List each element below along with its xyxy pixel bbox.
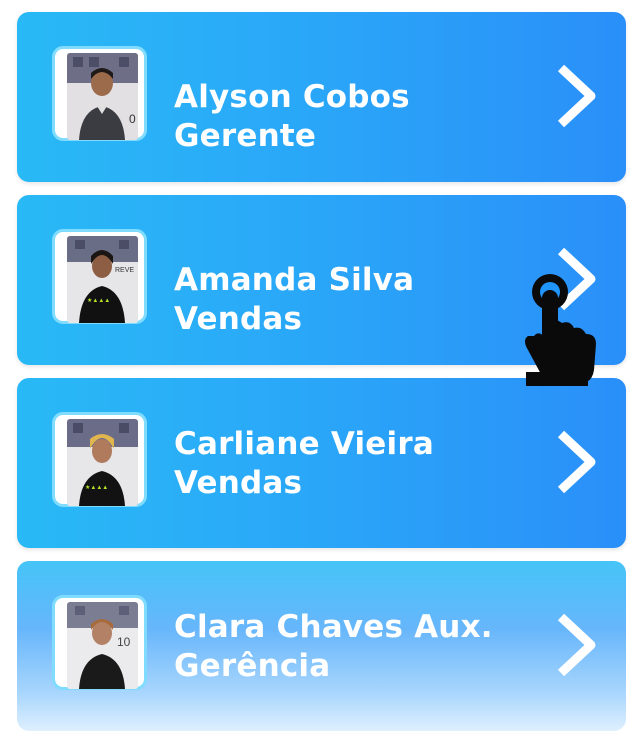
contact-name: Carliane Vieira Vendas (174, 426, 434, 501)
contact-photo-frame: REVE ★▲▲▲ (52, 229, 147, 324)
contact-card-amanda[interactable]: REVE ★▲▲▲ Amanda Silva Vendas (17, 195, 626, 365)
contact-photo-frame: 0 (52, 46, 147, 141)
svg-text:★▲▲▲: ★▲▲▲ (85, 484, 108, 491)
person-photo-icon: ★▲▲▲ (67, 419, 138, 506)
person-photo-icon: 10 (67, 602, 138, 689)
chevron-right-icon[interactable] (555, 611, 599, 679)
contact-card-alyson[interactable]: 0 Alyson Cobos Gerente (17, 12, 626, 182)
person-photo-icon: REVE ★▲▲▲ (67, 236, 138, 323)
svg-text:REVE: REVE (115, 267, 134, 274)
contact-card-clara[interactable]: 10 Clara Chaves Aux. Gerência (17, 561, 626, 731)
person-photo-icon: 0 (67, 53, 138, 140)
chevron-right-icon[interactable] (555, 428, 599, 496)
contact-name: Alyson Cobos Gerente (174, 79, 410, 154)
contact-card-carliane[interactable]: ★▲▲▲ Carliane Vieira Vendas (17, 378, 626, 548)
contact-name: Clara Chaves Aux. Gerência (174, 609, 493, 684)
contact-photo-frame: ★▲▲▲ (52, 412, 147, 507)
chevron-right-icon[interactable] (555, 245, 599, 313)
svg-text:10: 10 (117, 635, 131, 649)
svg-text:0: 0 (129, 112, 136, 126)
contact-list-page: 0 Alyson Cobos Gerente REVE ★▲▲▲ Amanda … (0, 0, 633, 744)
chevron-right-icon[interactable] (555, 62, 599, 130)
svg-text:★▲▲▲: ★▲▲▲ (87, 297, 110, 304)
contact-name: Amanda Silva Vendas (174, 262, 415, 337)
contact-photo-frame: 10 (52, 595, 147, 690)
